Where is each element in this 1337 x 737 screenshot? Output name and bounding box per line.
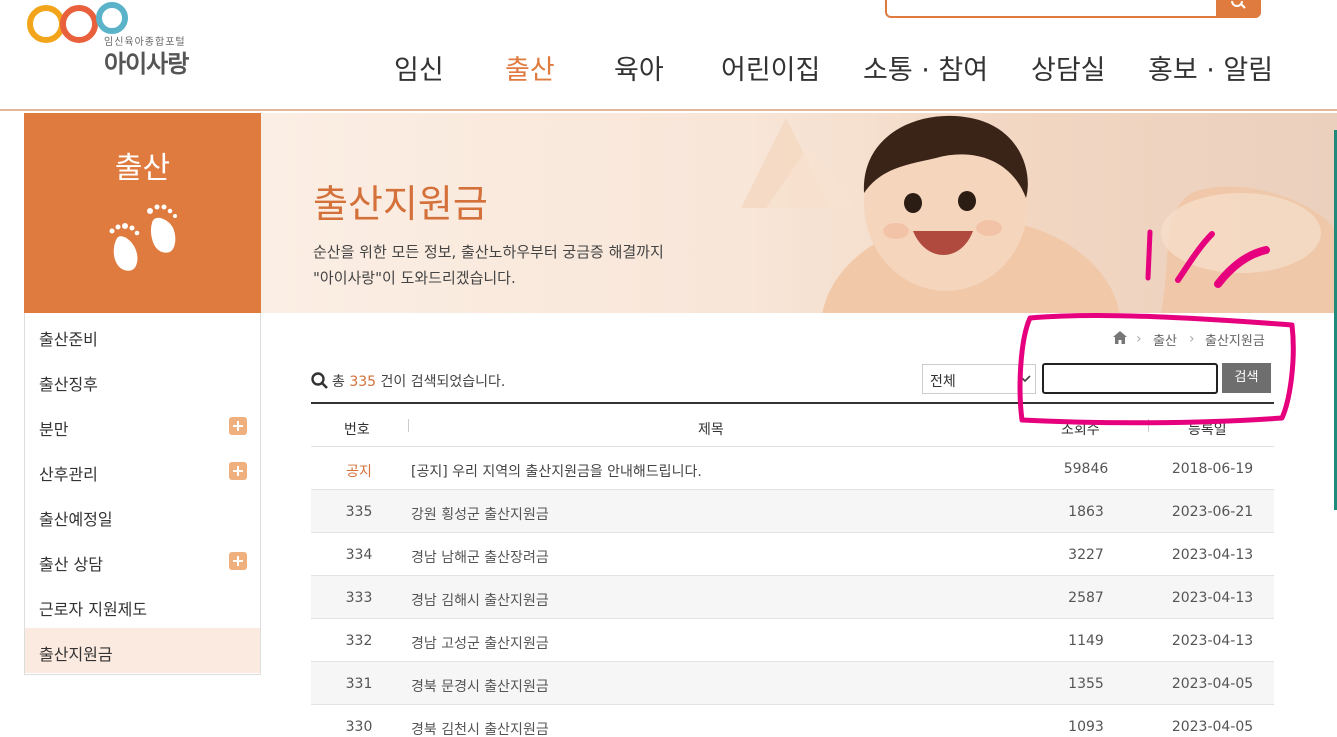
- side-menu-item[interactable]: 근로자 지원제도: [25, 583, 260, 628]
- expand-plus-icon[interactable]: [229, 462, 247, 480]
- row-title-link[interactable]: 경북 김천시 출산지원금: [411, 719, 549, 737]
- table-row[interactable]: 332 경남 고성군 출산지원금 1149 2023-04-13: [311, 619, 1274, 662]
- result-count-number: 335: [349, 374, 377, 390]
- side-menu-label: 출산준비: [39, 330, 98, 349]
- side-menu-label: 출산징후: [39, 375, 98, 394]
- breadcrumb-level2[interactable]: 출산지원금: [1205, 330, 1265, 349]
- section-title: 출산: [114, 151, 171, 186]
- side-menu-item[interactable]: 출산준비: [25, 313, 260, 358]
- side-menu-item[interactable]: 산후관리: [25, 448, 260, 493]
- row-number: 공지: [346, 464, 372, 480]
- table-row-notice[interactable]: 공지 [공지] 우리 지역의 출산지원금을 안내해드립니다. 59846 201…: [311, 447, 1274, 490]
- row-date: 2023-04-05: [1171, 676, 1254, 692]
- side-menu-label: 근로자 지원제도: [39, 600, 148, 619]
- site-logo[interactable]: 임신육아종합포털 아이사랑: [22, 0, 222, 80]
- table-row[interactable]: 335 강원 횡성군 출산지원금 1863 2023-06-21: [311, 490, 1274, 533]
- row-title-link[interactable]: 경남 고성군 출산지원금: [411, 633, 549, 653]
- row-title-link[interactable]: 강원 횡성군 출산지원금: [411, 504, 549, 524]
- side-menu-label: 출산 상담: [39, 555, 103, 574]
- row-number: 333: [345, 590, 373, 606]
- row-number: 330: [345, 719, 373, 735]
- side-menu-item-active[interactable]: 출산지원금: [25, 628, 260, 673]
- expand-plus-icon[interactable]: [229, 417, 247, 435]
- breadcrumb-separator-icon: ›: [1136, 331, 1142, 347]
- side-menu-item[interactable]: 출산예정일: [25, 493, 260, 538]
- search-scope-select[interactable]: 전체: [922, 364, 1036, 394]
- side-menu-label: 출산지원금: [39, 645, 113, 664]
- gnb-item-parenting[interactable]: 육아: [614, 48, 664, 88]
- search-button[interactable]: 검색: [1222, 363, 1271, 393]
- row-date: 2023-04-13: [1171, 547, 1254, 563]
- row-views: 1149: [1068, 633, 1104, 649]
- side-menu: 출산준비 출산징후 분만 산후관리 출산예정일 출산 상담 근로자 지원제도 출…: [24, 313, 261, 675]
- logo-title: 아이사랑: [104, 50, 189, 78]
- row-number: 332: [345, 633, 373, 649]
- table-row[interactable]: 330 경북 김천시 출산지원금 1093 2023-04-05: [311, 705, 1274, 737]
- gnb-item-notice[interactable]: 홍보 · 알림: [1148, 48, 1273, 88]
- row-number: 335: [345, 504, 373, 520]
- side-menu-item[interactable]: 출산 상담: [25, 538, 260, 583]
- row-views: 2587: [1068, 590, 1104, 606]
- home-icon[interactable]: [1113, 331, 1127, 344]
- gnb-item-counseling[interactable]: 상담실: [1031, 48, 1106, 88]
- hero-description-2: "아이사랑"이 도와드리겠습니다.: [313, 269, 516, 287]
- row-date: 2023-04-05: [1171, 719, 1254, 735]
- search-input[interactable]: [1042, 363, 1218, 394]
- expand-plus-icon[interactable]: [229, 552, 247, 570]
- table-row[interactable]: 334 경남 남해군 출산장려금 3227 2023-04-13: [311, 533, 1274, 576]
- row-views: 1863: [1068, 504, 1104, 520]
- hero-description: 순산을 위한 모든 정보, 출산노하우부터 궁금증 해결까지: [313, 243, 664, 261]
- row-views: 59846: [1063, 461, 1109, 477]
- hero-banner: 출산지원금 순산을 위한 모든 정보, 출산노하우부터 궁금증 해결까지 "아이…: [261, 113, 1337, 313]
- chevron-down-icon: [1019, 375, 1031, 383]
- top-search-button[interactable]: [1216, 0, 1261, 18]
- row-date: 2018-06-19: [1171, 461, 1254, 477]
- row-views: 3227: [1068, 547, 1104, 563]
- row-title-link[interactable]: 경남 김해시 출산지원금: [411, 590, 549, 610]
- row-title-link[interactable]: [공지] 우리 지역의 출산지원금을 안내해드립니다.: [411, 461, 702, 481]
- side-menu-item[interactable]: 출산징후: [25, 358, 260, 403]
- row-views: 1355: [1068, 676, 1104, 692]
- row-date: 2023-04-13: [1171, 590, 1254, 606]
- side-menu-label: 출산예정일: [39, 510, 113, 529]
- search-icon: [311, 372, 328, 389]
- row-date: 2023-06-21: [1171, 504, 1254, 520]
- gnb-item-daycare[interactable]: 어린이집: [721, 48, 820, 88]
- result-count: 총 335 건이 검색되었습니다.: [332, 371, 505, 391]
- row-number: 334: [345, 547, 373, 563]
- side-menu-item[interactable]: 분만: [25, 403, 260, 448]
- search-icon: [1231, 1, 1246, 9]
- row-views: 1093: [1068, 719, 1104, 735]
- table-header-row: [311, 404, 1274, 447]
- row-title-link[interactable]: 경남 남해군 출산장려금: [411, 547, 549, 567]
- breadcrumb-level1[interactable]: 출산: [1153, 330, 1177, 349]
- side-menu-label: 산후관리: [39, 465, 98, 484]
- page: 임신육아종합포털 아이사랑 임신 출산 육아 어린이집 소통 · 참여 상담실 …: [0, 0, 1337, 737]
- hero-title: 출산지원금: [313, 182, 488, 226]
- gnb-item-pregnancy[interactable]: 임신: [394, 48, 444, 88]
- baby-feet-icon: [108, 203, 178, 272]
- section-banner: 출산: [24, 113, 261, 313]
- breadcrumb-separator-icon: ›: [1189, 331, 1195, 347]
- gnb-item-birth[interactable]: 출산: [505, 48, 555, 88]
- site-header: 임신육아종합포털 아이사랑 임신 출산 육아 어린이집 소통 · 참여 상담실 …: [0, 0, 1337, 111]
- result-count-prefix: 총: [332, 374, 345, 390]
- table-row[interactable]: 331 경북 문경시 출산지원금 1355 2023-04-05: [311, 662, 1274, 705]
- hero-baby-image: [741, 115, 1337, 313]
- search-scope-value: 전체: [930, 374, 956, 390]
- gnb-item-community[interactable]: 소통 · 참여: [863, 48, 988, 88]
- row-title-link[interactable]: 경북 문경시 출산지원금: [411, 676, 549, 696]
- table-row[interactable]: 333 경남 김해시 출산지원금 2587 2023-04-13: [311, 576, 1274, 619]
- row-date: 2023-04-13: [1171, 633, 1254, 649]
- side-menu-label: 분만: [39, 420, 69, 439]
- row-number: 331: [345, 676, 373, 692]
- result-count-suffix: 건이 검색되었습니다.: [380, 374, 506, 390]
- top-search-input[interactable]: [885, 0, 1261, 18]
